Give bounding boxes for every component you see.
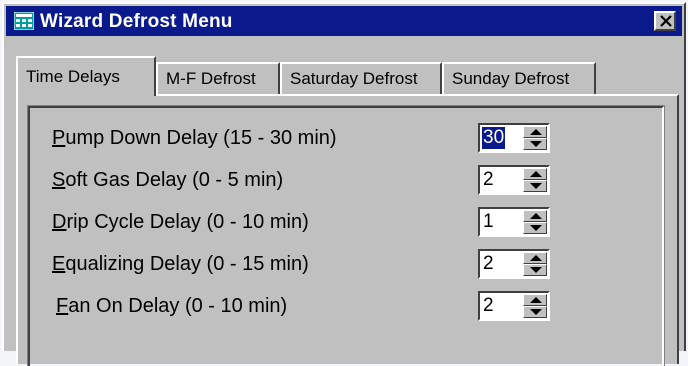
- calculator-grid-icon: [13, 11, 35, 31]
- close-icon: [660, 15, 672, 27]
- fan-on-delay-label: Fan On Delay (0 - 10 min): [56, 295, 288, 317]
- drip-cycle-delay-value[interactable]: 1: [482, 211, 495, 233]
- pump-down-delay-value[interactable]: 30: [482, 127, 506, 149]
- arrow-up-icon: [530, 129, 542, 135]
- soft-gas-delay-value[interactable]: 2: [482, 169, 495, 191]
- arrow-down-icon: [530, 267, 542, 273]
- pump-down-delay-row: Pump Down Delay (15 - 30 min) 30: [30, 123, 662, 153]
- arrow-down-icon: [530, 141, 542, 147]
- tab-label: M-F Defrost: [166, 69, 256, 88]
- equalizing-delay-spinner[interactable]: 2: [478, 249, 550, 279]
- arrow-up-icon: [530, 255, 542, 261]
- tab-label: Sunday Defrost: [452, 69, 570, 88]
- tab-label: Time Delays: [26, 67, 120, 86]
- close-button[interactable]: [654, 11, 676, 31]
- fan-on-delay-row: Fan On Delay (0 - 10 min) 2: [30, 291, 662, 321]
- arrow-up-icon: [530, 171, 542, 177]
- title-bar[interactable]: Wizard Defrost Menu: [6, 6, 682, 36]
- window-title: Wizard Defrost Menu: [40, 11, 233, 32]
- soft-gas-delay-spinner[interactable]: 2: [478, 165, 550, 195]
- tab-sunday-defrost[interactable]: Sunday Defrost: [442, 62, 596, 94]
- tab-m-f-defrost[interactable]: M-F Defrost: [156, 62, 280, 94]
- wizard-defrost-window: Wizard Defrost Menu Time Delays M-F Defr…: [2, 2, 686, 366]
- equalizing-delay-row: Equalizing Delay (0 - 15 min) 2: [30, 249, 662, 279]
- spin-up-button[interactable]: [523, 252, 547, 264]
- tab-time-delays[interactable]: Time Delays: [16, 56, 156, 96]
- delay-settings-group: Pump Down Delay (15 - 30 min) 30 Soft Ga…: [27, 105, 665, 366]
- spin-buttons: [523, 168, 547, 192]
- spin-up-button[interactable]: [523, 210, 547, 222]
- spin-down-button[interactable]: [523, 138, 547, 150]
- tab-panel-time-delays: Pump Down Delay (15 - 30 min) 30 Soft Ga…: [16, 94, 679, 366]
- pump-down-delay-label: Pump Down Delay (15 - 30 min): [52, 127, 337, 149]
- fan-on-delay-spinner[interactable]: 2: [478, 291, 550, 321]
- spin-down-button[interactable]: [523, 180, 547, 192]
- arrow-down-icon: [530, 225, 542, 231]
- equalizing-delay-value[interactable]: 2: [482, 253, 495, 275]
- fan-on-delay-value[interactable]: 2: [482, 295, 495, 317]
- spin-buttons: [523, 294, 547, 318]
- arrow-up-icon: [530, 297, 542, 303]
- soft-gas-delay-row: Soft Gas Delay (0 - 5 min) 2: [30, 165, 662, 195]
- tab-saturday-defrost[interactable]: Saturday Defrost: [280, 62, 442, 94]
- arrow-up-icon: [530, 213, 542, 219]
- spin-buttons: [523, 252, 547, 276]
- drip-cycle-delay-row: Drip Cycle Delay (0 - 10 min) 1: [30, 207, 662, 237]
- tab-label: Saturday Defrost: [290, 69, 418, 88]
- spin-up-button[interactable]: [523, 294, 547, 306]
- arrow-down-icon: [530, 183, 542, 189]
- pump-down-delay-spinner[interactable]: 30: [478, 123, 550, 153]
- tab-strip: Time Delays M-F Defrost Saturday Defrost…: [16, 56, 676, 96]
- spin-down-button[interactable]: [523, 264, 547, 276]
- spin-buttons: [523, 126, 547, 150]
- spin-down-button[interactable]: [523, 222, 547, 234]
- drip-cycle-delay-spinner[interactable]: 1: [478, 207, 550, 237]
- spin-down-button[interactable]: [523, 306, 547, 318]
- spin-up-button[interactable]: [523, 126, 547, 138]
- arrow-down-icon: [530, 309, 542, 315]
- equalizing-delay-label: Equalizing Delay (0 - 15 min): [52, 253, 309, 275]
- spin-up-button[interactable]: [523, 168, 547, 180]
- spin-buttons: [523, 210, 547, 234]
- soft-gas-delay-label: Soft Gas Delay (0 - 5 min): [52, 169, 284, 191]
- drip-cycle-delay-label: Drip Cycle Delay (0 - 10 min): [52, 211, 309, 233]
